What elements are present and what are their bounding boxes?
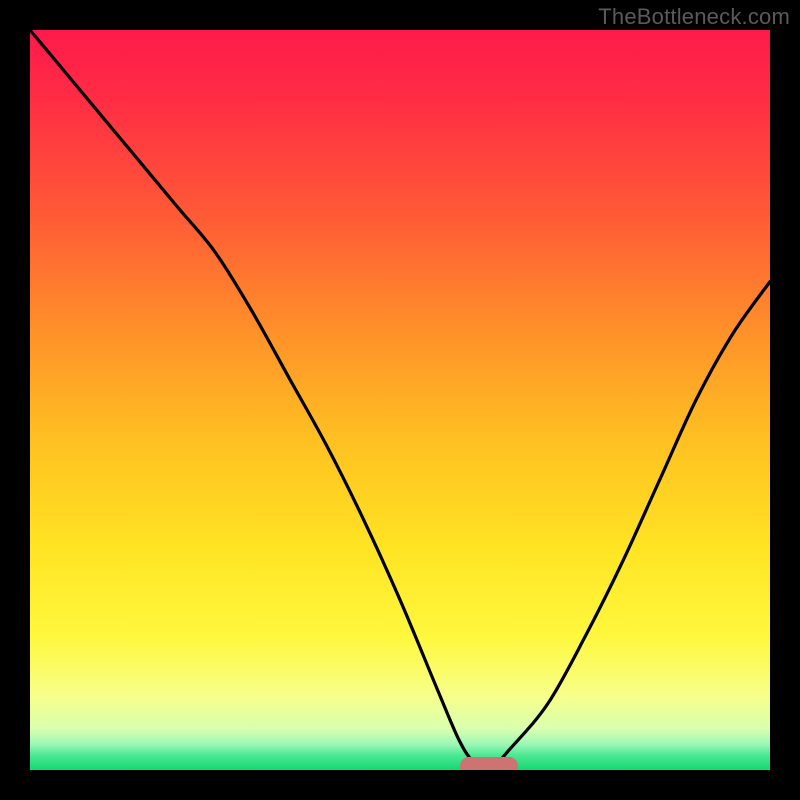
chart-background <box>30 30 770 770</box>
watermark-label: TheBottleneck.com <box>598 4 790 30</box>
chart-frame: TheBottleneck.com <box>0 0 800 800</box>
plot-area <box>30 30 770 770</box>
optimal-marker <box>460 757 518 770</box>
plot-svg <box>30 30 770 770</box>
